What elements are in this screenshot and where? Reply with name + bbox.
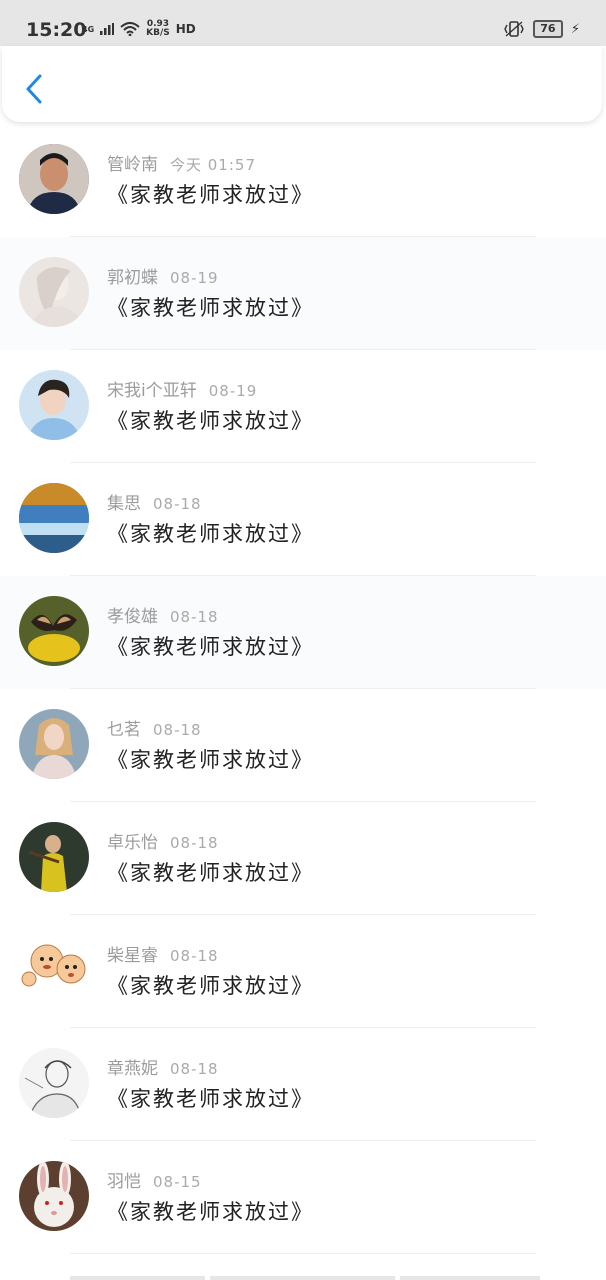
next-row-peek xyxy=(0,1262,606,1280)
message-date: 08-18 xyxy=(170,608,219,626)
peek-bar xyxy=(400,1276,540,1280)
sender-line: 管岭南 今天 01:57 xyxy=(107,150,256,175)
sender-name: 羽恺 xyxy=(107,1172,141,1192)
avatar[interactable] xyxy=(19,596,89,666)
list-item[interactable]: 乜茗 08-18 《家教老师求放过》 xyxy=(0,689,606,802)
message-date: 08-18 xyxy=(170,834,219,852)
list-item[interactable]: 宋我i个亚轩 08-19 《家教老师求放过》 xyxy=(0,350,606,463)
message-date: 08-19 xyxy=(208,382,258,400)
avatar[interactable] xyxy=(19,709,89,779)
message-text: 《家教老师求放过》 xyxy=(107,748,314,772)
message-text: 《家教老师求放过》 xyxy=(107,1087,314,1111)
status-bar: 15:20 4G 0.93 KB/S HD 76 ⚡ xyxy=(0,0,606,46)
message-text: 《家教老师求放过》 xyxy=(107,861,314,885)
avatar[interactable] xyxy=(19,144,89,214)
message-date: 今天 01:57 xyxy=(170,156,256,174)
wifi-icon xyxy=(120,22,140,36)
list-item[interactable]: 章燕妮 08-18 《家教老师求放过》 xyxy=(0,1028,606,1141)
sender-name: 管岭南 xyxy=(107,155,158,175)
status-right: 76 ⚡ xyxy=(503,20,580,38)
list-item[interactable]: 集思 08-18 《家教老师求放过》 xyxy=(0,463,606,576)
sender-name: 孝俊雄 xyxy=(107,607,158,627)
message-date: 08-18 xyxy=(170,1060,219,1078)
sender-name: 卓乐怡 xyxy=(107,833,158,853)
sender-line: 宋我i个亚轩 08-19 xyxy=(107,376,257,401)
message-text: 《家教老师求放过》 xyxy=(107,522,314,546)
sender-line: 郭初蝶 08-19 xyxy=(107,263,219,288)
message-text: 《家教老师求放过》 xyxy=(107,1200,314,1224)
peek-bar xyxy=(70,1276,205,1280)
sender-line: 章燕妮 08-18 xyxy=(107,1054,219,1079)
peek-bar xyxy=(210,1276,395,1280)
message-text: 《家教老师求放过》 xyxy=(107,635,314,659)
status-icons: 4G 0.93 KB/S HD xyxy=(82,20,196,38)
avatar[interactable] xyxy=(19,1048,89,1118)
message-date: 08-15 xyxy=(153,1173,202,1191)
sender-name: 乜茗 xyxy=(107,720,141,740)
message-text: 《家教老师求放过》 xyxy=(107,974,314,998)
header-bar xyxy=(2,46,602,122)
battery-indicator: 76 xyxy=(532,20,563,38)
sender-line: 乜茗 08-18 xyxy=(107,715,202,740)
list-item[interactable]: 卓乐怡 08-18 《家教老师求放过》 xyxy=(0,802,606,915)
avatar[interactable] xyxy=(19,1161,89,1231)
sender-name: 郭初蝶 xyxy=(107,268,158,288)
list-item[interactable]: 管岭南 今天 01:57 《家教老师求放过》 xyxy=(0,124,606,237)
sender-name: 章燕妮 xyxy=(107,1059,158,1079)
sender-line: 集思 08-18 xyxy=(107,489,202,514)
message-date: 08-18 xyxy=(170,947,219,965)
avatar[interactable] xyxy=(19,257,89,327)
sender-line: 羽恺 08-15 xyxy=(107,1167,202,1192)
charging-icon: ⚡ xyxy=(570,21,580,37)
sender-name: 柴星睿 xyxy=(107,946,158,966)
list-item[interactable]: 孝俊雄 08-18 《家教老师求放过》 xyxy=(0,576,606,689)
avatar[interactable] xyxy=(19,935,89,1005)
message-list: 管岭南 今天 01:57 《家教老师求放过》 郭初蝶 08-19 《家教老师求放过》… xyxy=(0,124,606,1254)
message-text: 《家教老师求放过》 xyxy=(107,296,314,320)
sender-line: 柴星睿 08-18 xyxy=(107,941,219,966)
message-date: 08-18 xyxy=(153,495,202,513)
vibrate-icon xyxy=(504,21,524,37)
status-time: 15:20 xyxy=(26,19,87,41)
network-type: 4G xyxy=(82,24,95,34)
sender-line: 孝俊雄 08-18 xyxy=(107,602,219,627)
list-item[interactable]: 羽恺 08-15 《家教老师求放过》 xyxy=(0,1141,606,1254)
list-item[interactable]: 郭初蝶 08-19 《家教老师求放过》 xyxy=(0,237,606,350)
network-speed: 0.93 KB/S xyxy=(146,19,170,38)
avatar[interactable] xyxy=(19,483,89,553)
sender-name: 宋我i个亚轩 xyxy=(107,381,197,401)
avatar[interactable] xyxy=(19,822,89,892)
message-text: 《家教老师求放过》 xyxy=(107,409,314,433)
sender-line: 卓乐怡 08-18 xyxy=(107,828,219,853)
divider xyxy=(70,1253,536,1254)
signal-icon xyxy=(100,23,115,35)
list-item[interactable]: 柴星睿 08-18 《家教老师求放过》 xyxy=(0,915,606,1028)
sender-name: 集思 xyxy=(107,494,141,514)
hd-icon: HD xyxy=(175,22,196,36)
message-date: 08-19 xyxy=(170,269,219,287)
message-date: 08-18 xyxy=(153,721,202,739)
back-icon[interactable] xyxy=(24,74,44,104)
avatar[interactable] xyxy=(19,370,89,440)
message-text: 《家教老师求放过》 xyxy=(107,183,314,207)
